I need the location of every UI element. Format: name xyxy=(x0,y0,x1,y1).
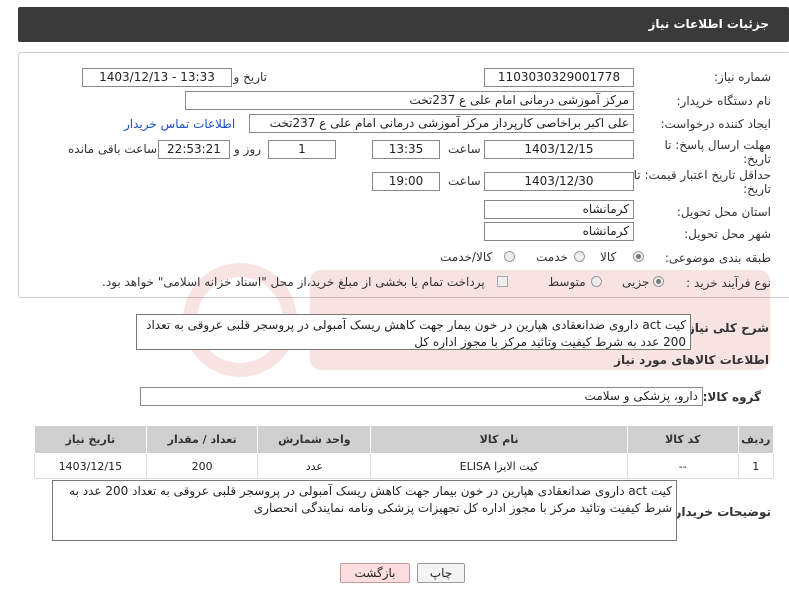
announce-datetime-field: 1403/12/13 - 13:33 xyxy=(82,68,232,87)
category-label: طبقه بندی موضوعی: xyxy=(664,251,771,265)
reply-deadline-label: مهلت ارسال پاسخ: تا xyxy=(664,138,771,152)
province-field: کرمانشاه xyxy=(484,200,634,219)
price-validity-time-field: 19:00 xyxy=(372,172,440,191)
process-radio-minor[interactable] xyxy=(653,276,664,287)
process-radio-medium[interactable] xyxy=(591,276,602,287)
need-number-label: شماره نیاز: xyxy=(714,70,771,84)
cell-item-name: کیت الایزا ELISA xyxy=(370,453,628,479)
cell-item-code: -- xyxy=(626,453,739,479)
city-field: کرمانشاه xyxy=(484,222,634,241)
buyer-notes-field: کیت act داروی ضدانعقادی هپارین در خون بی… xyxy=(52,480,677,541)
category-radio-goods-service[interactable] xyxy=(504,251,515,262)
process-type-label: نوع فرآیند خرید : xyxy=(686,276,771,290)
buyer-org-field: مرکز آموزشی درمانی امام علی ع 237تخت xyxy=(185,91,634,110)
reply-deadline-time-field: 13:35 xyxy=(372,140,440,159)
col-header-row-number: ردیف xyxy=(737,425,775,454)
reply-deadline-label-date: تاریخ: xyxy=(743,152,771,166)
table-header-row: ردیف کد کالا نام کالا واحد شمارش تعداد /… xyxy=(34,425,775,454)
cell-need-date: 1403/12/15 xyxy=(34,453,147,479)
buyer-org-label: نام دستگاه خریدار: xyxy=(676,94,772,108)
treasury-payment-checkbox[interactable] xyxy=(497,276,508,287)
col-header-item-code: کد کالا xyxy=(626,425,739,454)
cell-quantity: 200 xyxy=(145,453,259,479)
goods-group-field: دارو، پزشکی و سلامت xyxy=(140,387,703,406)
page-title: جزئیات اطلاعات نیاز xyxy=(648,17,769,31)
treasury-payment-note: پرداخت تمام یا بخشی از مبلغ خرید،از محل … xyxy=(102,275,485,289)
goods-group-label: گروه کالا: xyxy=(702,390,761,404)
category-option-service: خدمت xyxy=(536,250,568,264)
category-option-goods-service: کالا/خدمت xyxy=(440,250,493,264)
process-option-medium: متوسط xyxy=(548,275,586,289)
need-number-field: 1103030329001778 xyxy=(484,68,634,87)
category-radio-goods[interactable] xyxy=(633,251,644,262)
table-row: 1 -- کیت الایزا ELISA عدد 200 1403/12/15 xyxy=(34,453,775,479)
category-option-goods: کالا xyxy=(600,250,617,264)
cell-row-number: 1 xyxy=(737,453,775,479)
remaining-time-label: ساعت باقی مانده xyxy=(68,142,158,156)
process-option-minor: جزیی xyxy=(622,275,650,289)
description-field: کیت act داروی ضدانعقادی هپارین در خون بی… xyxy=(136,314,691,350)
price-validity-label: حداقل تاریخ اعتبار قیمت: تا xyxy=(633,168,771,182)
requester-field: علی اکبر براخاصی کارپرداز مرکز آموزشی در… xyxy=(249,114,634,133)
page-header: جزئیات اطلاعات نیاز xyxy=(18,7,789,42)
items-table: ردیف کد کالا نام کالا واحد شمارش تعداد /… xyxy=(34,425,775,479)
reply-days-field: 1 xyxy=(268,140,336,159)
requester-label: ایجاد کننده درخواست: xyxy=(660,117,771,131)
reply-deadline-time-label: ساعت xyxy=(448,142,481,156)
price-validity-time-label: ساعت xyxy=(448,174,481,188)
col-header-quantity: تعداد / مقدار xyxy=(145,425,259,454)
days-label: روز و xyxy=(234,142,261,156)
price-validity-date-field: 1403/12/30 xyxy=(484,172,634,191)
cell-unit: عدد xyxy=(257,453,372,479)
buyer-notes-label: توضیحات خریدار: xyxy=(669,505,771,519)
category-radio-service[interactable] xyxy=(574,251,585,262)
reply-deadline-date-field: 1403/12/15 xyxy=(484,140,634,159)
col-header-item-name: نام کالا xyxy=(370,425,628,454)
buyer-contact-link[interactable]: اطلاعات تماس خریدار xyxy=(124,117,235,131)
col-header-need-date: تاریخ نیاز xyxy=(34,425,147,454)
goods-info-title: اطلاعات کالاهای مورد نیاز xyxy=(614,353,769,367)
price-validity-label-date: تاریخ: xyxy=(743,182,771,196)
city-label: شهر محل تحویل: xyxy=(684,227,771,241)
remaining-time-field: 22:53:21 xyxy=(158,140,230,159)
back-button[interactable]: بازگشت xyxy=(340,563,410,583)
print-button[interactable]: چاپ xyxy=(417,563,465,583)
col-header-unit: واحد شمارش xyxy=(257,425,372,454)
province-label: استان محل تحویل: xyxy=(676,205,771,219)
description-label: شرح کلی نیاز: xyxy=(683,321,769,335)
